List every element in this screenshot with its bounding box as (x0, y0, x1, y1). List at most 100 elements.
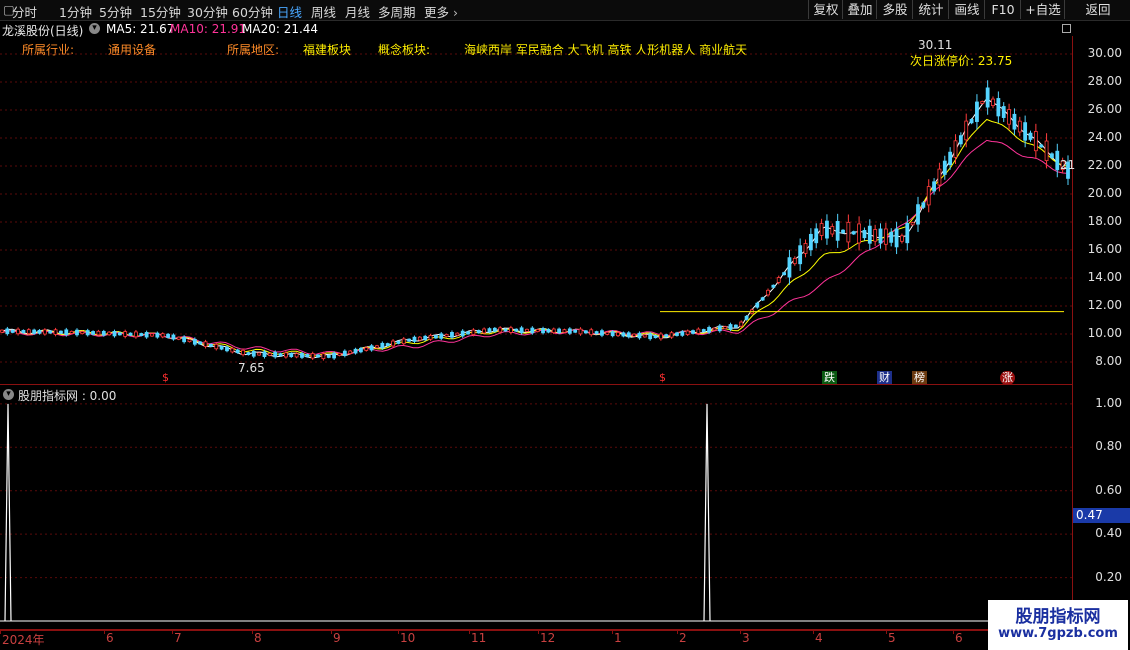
candle-body (182, 336, 187, 343)
candle-body (59, 330, 63, 334)
candle-body (921, 202, 926, 208)
candle-body (219, 345, 224, 350)
tab-more-label: 更多 (424, 5, 450, 20)
date-tick (740, 629, 741, 634)
marker-dollar-1[interactable]: $ (160, 371, 171, 385)
candle-body (187, 339, 192, 343)
price-tick-label: 20.00 (1087, 186, 1122, 200)
f10-button[interactable]: F10 (984, 0, 1021, 19)
candle-body (348, 350, 353, 354)
candle-body (755, 302, 760, 308)
candle-body (1001, 106, 1006, 118)
candle-body (744, 315, 749, 320)
marker-finance[interactable]: 财 (877, 371, 892, 385)
price-tick-label: 12.00 (1087, 298, 1122, 312)
draw-line-button[interactable]: 画线 (948, 0, 985, 19)
candle-body (969, 118, 974, 124)
candle-body (851, 231, 856, 235)
price-tick-label: 24.00 (1087, 130, 1122, 144)
candle-body (10, 329, 15, 333)
candle-body (251, 351, 256, 357)
candle-body (198, 341, 203, 345)
tab-weekly[interactable]: 周线 (311, 2, 336, 21)
candle-body (123, 331, 128, 337)
candle-body (391, 340, 395, 347)
back-button[interactable]: 返回 (1064, 0, 1130, 19)
price-tick-label: 18.00 (1087, 214, 1122, 228)
maximize-icon[interactable] (1062, 24, 1071, 33)
indicator-chart[interactable] (0, 385, 1072, 629)
candle-body (557, 328, 562, 334)
candle-body (482, 328, 487, 334)
statistics-button[interactable]: 统计 (912, 0, 949, 19)
candle-body (1044, 140, 1049, 161)
candle-body (846, 221, 851, 243)
candle-body (728, 324, 733, 330)
tab-30min[interactable]: 30分钟 (187, 2, 228, 21)
tab-60min[interactable]: 60分钟 (232, 2, 273, 21)
tab-1min[interactable]: 1分钟 (59, 2, 92, 21)
candle-body (321, 353, 326, 360)
candle-body (476, 330, 481, 334)
candle-body (32, 329, 37, 334)
candle-body (798, 245, 803, 265)
candle-body (771, 284, 776, 288)
candle-body (803, 243, 808, 254)
candle-body (289, 353, 294, 358)
candle-body (867, 225, 872, 244)
candle-body (503, 328, 508, 332)
candle-body (1033, 131, 1038, 152)
candle-body (562, 329, 567, 333)
candle-body (905, 222, 910, 244)
candle-body (364, 347, 369, 351)
candle-body (535, 329, 540, 332)
add-watchlist-button[interactable]: +自选 (1020, 0, 1065, 19)
tab-15min[interactable]: 15分钟 (140, 2, 181, 21)
candle-body (508, 327, 513, 333)
price-chart[interactable] (0, 36, 1072, 384)
date-tick (538, 629, 539, 634)
candle-body (230, 347, 235, 353)
marker-rise[interactable]: 涨 (1000, 371, 1015, 385)
date-tick (469, 629, 470, 634)
tab-more[interactable]: 更多 › (424, 2, 458, 21)
marker-dollar-2[interactable]: $ (657, 371, 668, 385)
date-tick (886, 629, 887, 634)
ma10-label: MA10: 21.91 (170, 22, 247, 36)
candle-body (948, 151, 953, 166)
tab-5min[interactable]: 5分钟 (99, 2, 132, 21)
candle-body (466, 331, 470, 335)
candle-body (433, 335, 438, 339)
candle-body (1039, 144, 1044, 148)
indicator-settings-icon[interactable]: ▾ (3, 389, 14, 400)
candle-body (830, 226, 835, 235)
candle-body (176, 336, 181, 340)
candle-body (150, 333, 154, 337)
tab-monthly[interactable]: 月线 (345, 2, 370, 21)
settings-icon[interactable]: ▾ (89, 23, 100, 34)
candle-body (80, 331, 85, 335)
date-tick (612, 629, 613, 634)
candle-body (953, 140, 958, 158)
candle-body (696, 328, 701, 334)
candle-body (567, 328, 572, 334)
candle-body (1023, 122, 1028, 141)
tab-multi-period[interactable]: 多周期 (378, 2, 416, 21)
candle-body (642, 334, 647, 338)
watermark-logo: 股朋指标网 www.7gpzb.com (988, 600, 1128, 650)
multi-stock-button[interactable]: 多股 (876, 0, 913, 19)
price-tick-label: 10.00 (1087, 326, 1122, 340)
candle-body (112, 331, 117, 337)
candle-body (21, 329, 26, 334)
candle-body (782, 272, 786, 276)
candle-body (305, 354, 310, 358)
ma5-label: MA5: 21.67 (106, 22, 175, 36)
tab-fenshi[interactable]: 分时 (12, 2, 37, 21)
overlay-button[interactable]: 叠加 (842, 0, 877, 19)
candle-body (139, 333, 144, 337)
marker-ranking[interactable]: 榜 (912, 371, 927, 385)
tab-daily[interactable]: 日线 (277, 2, 302, 21)
marker-drop[interactable]: 跌 (822, 371, 837, 385)
fuquan-button[interactable]: 复权 (808, 0, 843, 19)
candle-body (610, 331, 615, 337)
